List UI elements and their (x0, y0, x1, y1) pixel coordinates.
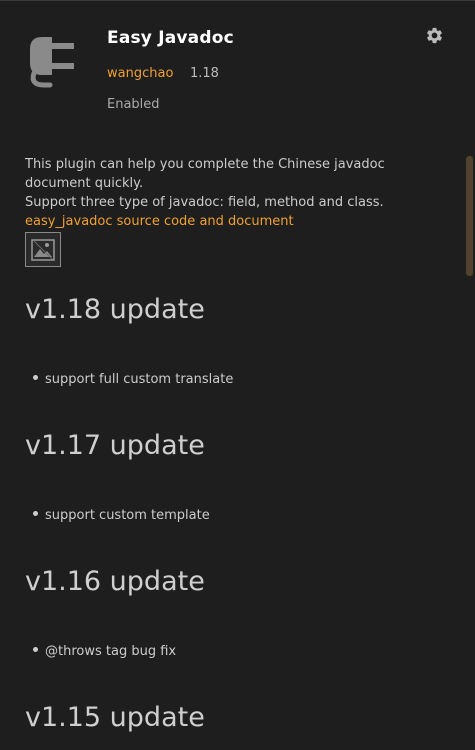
plugin-title: Easy Javadoc (107, 28, 234, 48)
description-line-1: This plugin can help you complete the Ch… (25, 157, 385, 191)
plug-icon (24, 27, 86, 89)
release-heading: v1.17 update (25, 430, 205, 461)
release-section: v1.16 update @throws tag bug fix (25, 566, 205, 659)
release-heading: v1.18 update (25, 294, 205, 325)
broken-image-icon (25, 232, 61, 267)
plugin-author-link[interactable]: wangchao (107, 66, 173, 81)
gear-icon[interactable] (425, 26, 444, 45)
bullet-icon (33, 647, 38, 652)
release-section: v1.15 update (25, 702, 205, 733)
release-item-text: @throws tag bug fix (45, 644, 177, 659)
description-line-2: Support three type of javadoc: field, me… (25, 195, 384, 210)
bullet-icon (33, 375, 38, 380)
release-section: v1.18 update support full custom transla… (25, 294, 233, 387)
plugin-status: Enabled (107, 97, 160, 112)
vertical-scrollbar[interactable] (466, 156, 473, 276)
release-heading: v1.16 update (25, 566, 205, 597)
release-item: support custom template (33, 508, 210, 523)
release-section: v1.17 update support custom template (25, 430, 210, 523)
release-heading: v1.15 update (25, 702, 205, 733)
plugin-version: 1.18 (190, 66, 219, 81)
release-item: @throws tag bug fix (33, 644, 176, 659)
release-item-text: support custom template (45, 508, 210, 523)
release-item: support full custom translate (33, 372, 233, 387)
bullet-icon (33, 511, 38, 516)
plugin-header: Easy Javadoc wangchao 1.18 Enabled (0, 1, 475, 131)
source-code-link[interactable]: easy_javadoc source code and document (25, 214, 294, 229)
plugin-description: This plugin can help you complete the Ch… (25, 155, 445, 231)
release-item-text: support full custom translate (45, 372, 234, 387)
plugin-details-panel: Easy Javadoc wangchao 1.18 Enabled This … (0, 0, 475, 750)
